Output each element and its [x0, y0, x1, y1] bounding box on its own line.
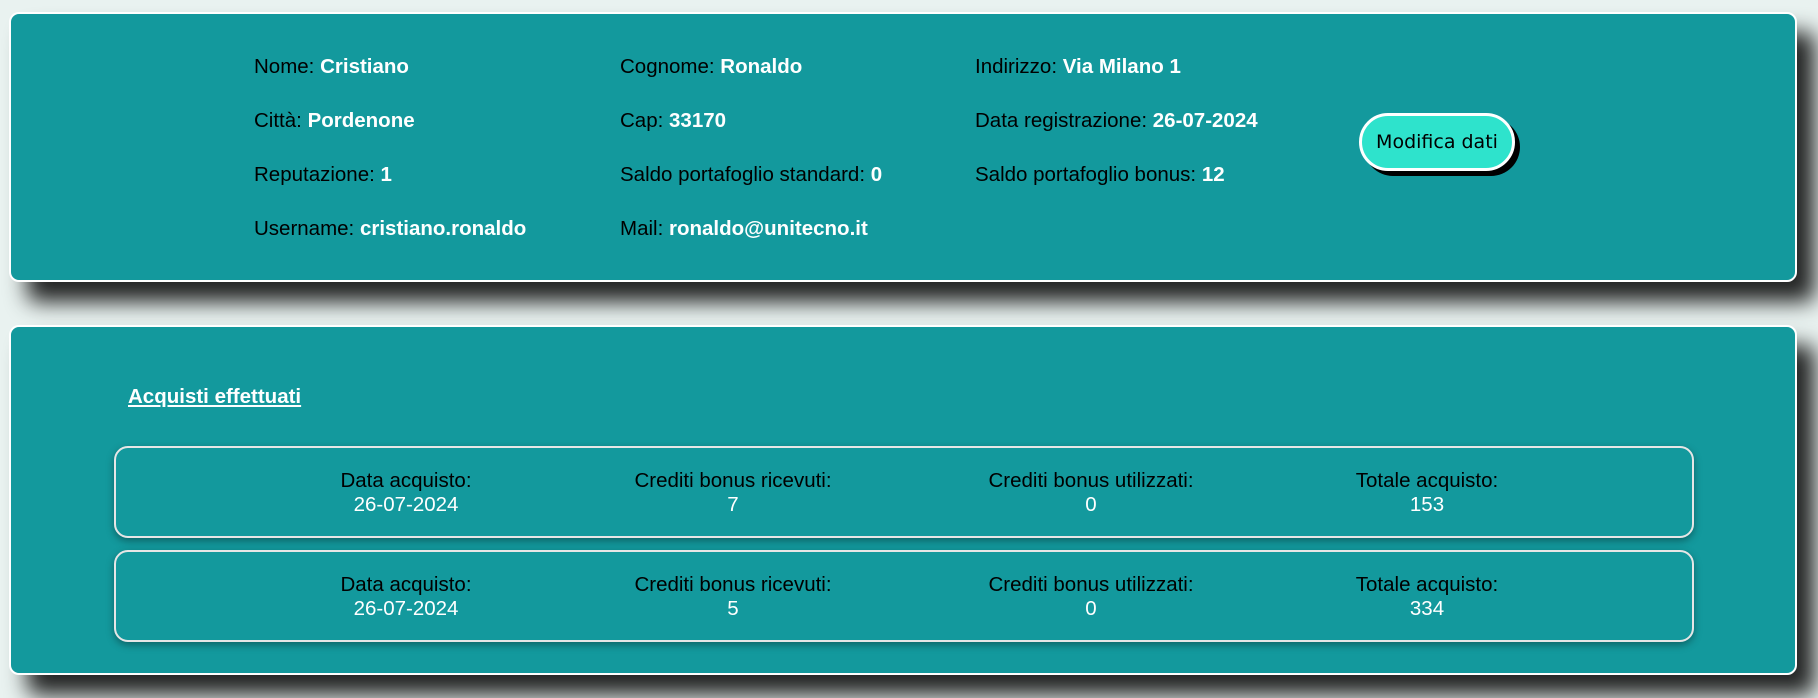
field-data-registrazione-label: Data registrazione:	[975, 109, 1148, 132]
purchase-date-value: 26-07-2024	[353, 597, 459, 620]
purchase-date: Data acquisto: 26-07-2024	[306, 469, 506, 517]
field-saldo-standard-label: Saldo portafoglio standard:	[620, 163, 866, 186]
purchases-panel: Acquisti effettuati Data acquisto: 26-07…	[9, 325, 1797, 675]
field-saldo-bonus: Saldo portafoglio bonus: 12	[975, 163, 1225, 187]
purchases-title[interactable]: Acquisti effettuati	[128, 385, 301, 409]
purchase-used: Crediti bonus utilizzati: 0	[961, 573, 1221, 621]
field-username-value: cristiano.ronaldo	[359, 217, 527, 240]
purchase-date-label: Data acquisto:	[340, 573, 472, 596]
field-saldo-standard-value: 0	[870, 163, 883, 186]
purchase-used-value: 0	[1085, 597, 1097, 620]
purchase-date-value: 26-07-2024	[353, 493, 459, 516]
field-saldo-standard: Saldo portafoglio standard: 0	[620, 163, 882, 187]
field-indirizzo: Indirizzo: Via Milano 1	[975, 55, 1181, 79]
purchase-total: Totale acquisto: 334	[1302, 573, 1552, 621]
field-saldo-bonus-value: 12	[1201, 163, 1225, 186]
field-citta-label: Città:	[254, 109, 302, 132]
field-username-label: Username:	[254, 217, 355, 240]
field-cap-label: Cap:	[620, 109, 664, 132]
field-reputazione-value: 1	[380, 163, 392, 186]
purchase-total-value: 334	[1409, 597, 1445, 620]
field-citta-value: Pordenone	[307, 109, 415, 132]
purchase-total: Totale acquisto: 153	[1302, 469, 1552, 517]
field-reputazione-label: Reputazione:	[254, 163, 375, 186]
purchase-date: Data acquisto: 26-07-2024	[306, 573, 506, 621]
profile-panel: Nome: Cristiano Cognome: Ronaldo Indiriz…	[9, 12, 1797, 282]
field-reputazione: Reputazione: 1	[254, 163, 392, 187]
purchase-card: Data acquisto: 26-07-2024 Crediti bonus …	[114, 550, 1694, 642]
field-indirizzo-value: Via Milano 1	[1062, 55, 1181, 78]
purchase-received: Crediti bonus ricevuti: 7	[613, 469, 853, 517]
field-nome-label: Nome:	[254, 55, 315, 78]
field-mail-label: Mail:	[620, 217, 664, 240]
purchase-received-label: Crediti bonus ricevuti:	[634, 573, 832, 596]
purchase-received-value: 7	[727, 493, 739, 516]
purchase-received-value: 5	[727, 597, 739, 620]
purchase-total-label: Totale acquisto:	[1355, 469, 1499, 492]
field-data-registrazione-value: 26-07-2024	[1152, 109, 1258, 132]
purchase-total-value: 153	[1409, 493, 1445, 516]
purchase-used-label: Crediti bonus utilizzati:	[988, 469, 1194, 492]
purchase-used-label: Crediti bonus utilizzati:	[988, 573, 1194, 596]
field-cap: Cap: 33170	[620, 109, 726, 133]
field-nome-value: Cristiano	[320, 55, 409, 78]
field-cognome-label: Cognome:	[620, 55, 715, 78]
field-cognome-value: Ronaldo	[720, 55, 803, 78]
purchase-received: Crediti bonus ricevuti: 5	[613, 573, 853, 621]
field-citta: Città: Pordenone	[254, 109, 415, 133]
purchase-total-label: Totale acquisto:	[1355, 573, 1499, 596]
purchase-used: Crediti bonus utilizzati: 0	[961, 469, 1221, 517]
field-data-registrazione: Data registrazione: 26-07-2024	[975, 109, 1258, 133]
field-cap-value: 33170	[669, 109, 727, 132]
field-username: Username: cristiano.ronaldo	[254, 217, 526, 241]
edit-data-button[interactable]: Modifica dati	[1359, 113, 1515, 171]
field-indirizzo-label: Indirizzo:	[975, 55, 1058, 78]
field-mail: Mail: ronaldo@unitecno.it	[620, 217, 868, 241]
purchase-received-label: Crediti bonus ricevuti:	[634, 469, 832, 492]
field-cognome: Cognome: Ronaldo	[620, 55, 802, 79]
field-mail-value: ronaldo@unitecno.it	[669, 217, 868, 240]
field-nome: Nome: Cristiano	[254, 55, 409, 79]
purchase-card: Data acquisto: 26-07-2024 Crediti bonus …	[114, 446, 1694, 538]
field-saldo-bonus-label: Saldo portafoglio bonus:	[975, 163, 1197, 186]
purchase-date-label: Data acquisto:	[340, 469, 472, 492]
purchase-used-value: 0	[1085, 493, 1097, 516]
